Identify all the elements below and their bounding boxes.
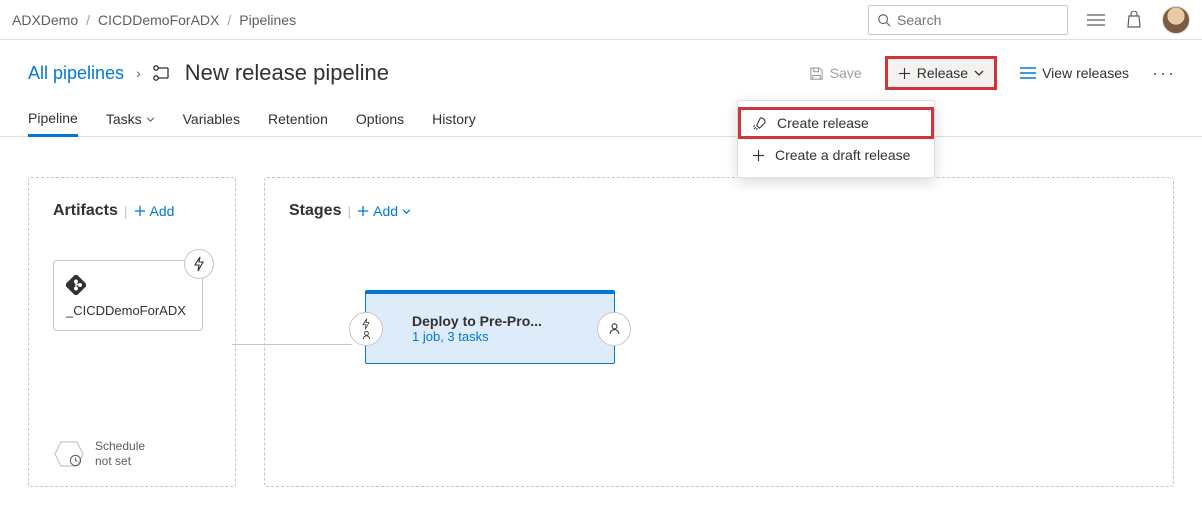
predeploy-conditions-button[interactable] — [349, 312, 383, 346]
plus-icon — [898, 67, 911, 80]
schedule-text: Schedule not set — [95, 439, 145, 468]
chevron-down-icon — [402, 209, 411, 214]
stages-panel: Stages | Add Deploy to Pre-Pro... 1 job,… — [264, 177, 1174, 487]
menu-create-release-label: Create release — [777, 115, 869, 131]
menu-create-release[interactable]: Create release — [738, 107, 934, 139]
rocket-icon — [752, 116, 767, 131]
tab-tasks-label: Tasks — [106, 111, 142, 127]
breadcrumb-project[interactable]: ADXDemo — [12, 12, 78, 28]
schedule-row[interactable]: Schedule not set — [53, 439, 145, 468]
chevron-down-icon — [974, 70, 984, 76]
view-releases-button[interactable]: View releases — [1009, 58, 1140, 88]
page-title[interactable]: New release pipeline — [185, 60, 389, 86]
tab-pipeline[interactable]: Pipeline — [28, 102, 78, 137]
stages-add-label: Add — [373, 203, 398, 219]
tab-history[interactable]: History — [432, 103, 476, 135]
search-box[interactable] — [868, 5, 1068, 35]
stages-add-button[interactable]: Add — [357, 203, 411, 219]
tabs-row: Pipeline Tasks Variables Retention Optio… — [0, 96, 1202, 137]
view-releases-label: View releases — [1042, 65, 1129, 81]
git-icon — [66, 275, 190, 295]
page-header: All pipelines › New release pipeline Sav… — [0, 40, 1202, 96]
more-icon[interactable]: ··· — [1154, 63, 1174, 83]
pipeline-icon — [153, 65, 173, 81]
chevron-right-icon: › — [136, 65, 141, 81]
release-menu: Create release Create a draft release — [737, 100, 935, 178]
release-button[interactable]: Release — [887, 58, 995, 88]
schedule-line1: Schedule — [95, 439, 145, 453]
person-icon — [361, 330, 372, 340]
trigger-badge[interactable] — [184, 249, 214, 279]
artifacts-title: Artifacts — [53, 202, 118, 220]
breadcrumb-repo[interactable]: CICDDemoForADX — [98, 12, 219, 28]
lightning-icon — [193, 256, 205, 272]
stages-title: Stages — [289, 202, 341, 220]
artifacts-add-button[interactable]: Add — [134, 203, 175, 219]
breadcrumb-sep: / — [227, 12, 231, 28]
marketplace-icon[interactable] — [1124, 10, 1144, 30]
save-button: Save — [798, 58, 873, 88]
list-releases-icon — [1020, 67, 1036, 79]
pipeline-canvas: Artifacts | Add _CICDDemoForADX — [0, 137, 1202, 527]
schedule-line2: not set — [95, 454, 145, 468]
release-label: Release — [917, 65, 968, 81]
save-icon — [809, 66, 824, 81]
artifact-name: _CICDDemoForADX — [66, 303, 190, 318]
search-input[interactable] — [897, 12, 1059, 28]
plus-icon — [357, 205, 369, 217]
plus-icon — [752, 149, 765, 162]
divider: | — [124, 203, 128, 219]
list-icon[interactable] — [1086, 10, 1106, 30]
artifact-card[interactable]: _CICDDemoForADX — [53, 260, 203, 331]
menu-create-draft[interactable]: Create a draft release — [738, 139, 934, 171]
artifacts-add-label: Add — [150, 203, 175, 219]
tab-retention[interactable]: Retention — [268, 103, 328, 135]
divider: | — [347, 203, 351, 219]
stage-meta-link[interactable]: 1 job, 3 tasks — [412, 329, 542, 344]
chevron-down-icon — [146, 117, 155, 122]
person-icon — [608, 322, 621, 335]
breadcrumb-section[interactable]: Pipelines — [239, 12, 296, 28]
plus-icon — [134, 205, 146, 217]
postdeploy-conditions-button[interactable] — [597, 312, 631, 346]
stage-card[interactable]: Deploy to Pre-Pro... 1 job, 3 tasks — [365, 290, 615, 364]
lightning-icon — [361, 318, 371, 330]
top-bar: ADXDemo / CICDDemoForADX / Pipelines — [0, 0, 1202, 40]
save-label: Save — [830, 65, 862, 81]
tab-variables[interactable]: Variables — [183, 103, 240, 135]
search-icon — [877, 13, 891, 27]
breadcrumb-sep: / — [86, 12, 90, 28]
stage-name: Deploy to Pre-Pro... — [412, 313, 542, 329]
menu-create-draft-label: Create a draft release — [775, 147, 910, 163]
avatar[interactable] — [1162, 6, 1190, 34]
tab-options[interactable]: Options — [356, 103, 404, 135]
all-pipelines-link[interactable]: All pipelines — [28, 63, 124, 84]
artifacts-panel: Artifacts | Add _CICDDemoForADX — [28, 177, 236, 487]
tab-tasks[interactable]: Tasks — [106, 103, 155, 135]
schedule-hex-icon — [53, 440, 85, 468]
breadcrumb: ADXDemo / CICDDemoForADX / Pipelines — [12, 12, 296, 28]
